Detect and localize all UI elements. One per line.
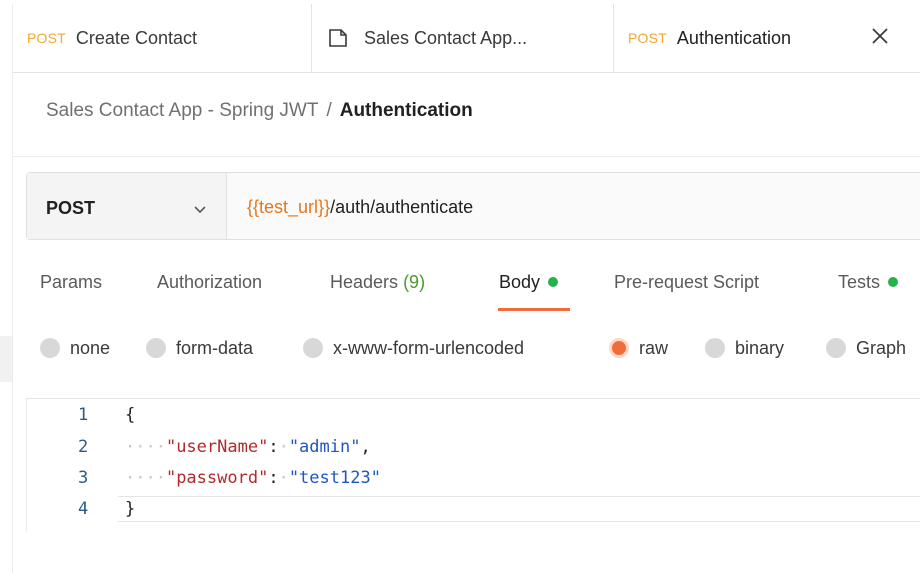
- radio-circle: [826, 338, 846, 358]
- comma: ,: [360, 437, 371, 457]
- divider: [12, 72, 13, 573]
- radio-circle-checked: [609, 338, 629, 358]
- radio-label: raw: [639, 337, 669, 358]
- close-brace: }: [125, 499, 136, 519]
- tab-label: Authentication: [676, 27, 792, 48]
- line-number: 1: [78, 405, 89, 425]
- method-tag: POST: [27, 30, 66, 46]
- radio-graphql[interactable]: Graph: [826, 336, 906, 360]
- tab-tests[interactable]: Tests: [838, 272, 899, 293]
- code-line: {: [125, 405, 135, 425]
- radio-circle: [146, 338, 166, 358]
- tab-headers[interactable]: Headers (9): [330, 272, 425, 293]
- tab-pre-request-script[interactable]: Pre-request Script: [614, 272, 759, 293]
- tab-sales-contact-app[interactable]: Sales Contact App...: [312, 4, 614, 72]
- breadcrumb-separator: /: [326, 100, 332, 121]
- current-line-highlight: [118, 496, 920, 522]
- tab-label: Create Contact: [75, 27, 197, 48]
- radio-circle: [303, 338, 323, 358]
- line-number: 3: [78, 468, 89, 488]
- code-line: ····"password":·"test123": [125, 468, 381, 488]
- radio-binary[interactable]: binary: [705, 336, 784, 360]
- radio-label: form-data: [176, 337, 254, 358]
- radio-circle: [705, 338, 725, 358]
- tab-tests-label: Tests: [838, 272, 881, 292]
- headers-count: (9): [403, 272, 426, 292]
- url-path: /auth/authenticate: [330, 197, 474, 217]
- radio-form-data[interactable]: form-data: [146, 336, 253, 360]
- tab-headers-label: Headers: [330, 272, 399, 292]
- divider: [12, 72, 920, 73]
- radio-label: none: [70, 337, 111, 358]
- space-marker: ·: [278, 437, 289, 457]
- close-icon[interactable]: [870, 26, 890, 46]
- radio-raw[interactable]: raw: [609, 336, 668, 360]
- method-select-value: POST: [46, 198, 96, 218]
- status-dot: [548, 277, 559, 287]
- request-tab-strip: POST Create Contact Sales Contact App...…: [0, 0, 920, 72]
- breadcrumb-current[interactable]: Authentication: [340, 100, 473, 121]
- tab-create-contact[interactable]: POST Create Contact: [12, 4, 312, 72]
- space-marker: ·: [278, 468, 289, 488]
- url-variable: {{test_url}}: [247, 197, 331, 217]
- json-key: "userName": [165, 437, 269, 457]
- breadcrumb-parent[interactable]: Sales Contact App - Spring JWT: [46, 100, 318, 121]
- sidebar-edge: [0, 336, 12, 382]
- tab-authorization[interactable]: Authorization: [157, 272, 262, 293]
- radio-x-www-form-urlencoded[interactable]: x-www-form-urlencoded: [303, 336, 524, 360]
- radio-label: Graph: [856, 337, 907, 358]
- indent-guide: ····: [125, 437, 166, 457]
- radio-label: x-www-form-urlencoded: [333, 337, 525, 358]
- colon: :: [268, 437, 279, 457]
- tab-label: Sales Contact App...: [364, 27, 528, 48]
- indent-guide: ····: [125, 468, 166, 488]
- tab-body-label: Body: [499, 272, 541, 292]
- collection-icon: [328, 28, 348, 48]
- line-number: 2: [78, 437, 89, 457]
- status-dot: [888, 277, 899, 287]
- json-value: "test123": [288, 468, 381, 488]
- tab-params[interactable]: Params: [40, 272, 102, 293]
- breadcrumb: Sales Contact App - Spring JWT / Authentic…: [46, 100, 473, 122]
- radio-none[interactable]: none: [40, 336, 110, 360]
- radio-circle: [40, 338, 60, 358]
- line-number: 4: [78, 499, 89, 519]
- active-tab-indicator: [498, 308, 570, 311]
- code-line: ····"userName":·"admin",: [125, 437, 371, 457]
- json-value: "admin": [288, 437, 361, 457]
- method-tag: POST: [628, 30, 667, 46]
- code-line: }: [125, 499, 135, 519]
- radio-label: binary: [735, 337, 785, 358]
- tab-body[interactable]: Body: [499, 272, 559, 293]
- json-key: "password": [165, 468, 269, 488]
- url-text: {{test_url}}/auth/authenticate: [247, 197, 473, 218]
- colon: :: [268, 468, 279, 488]
- divider: [12, 156, 920, 157]
- chevron-down-icon[interactable]: [192, 203, 208, 215]
- open-brace: {: [125, 405, 136, 425]
